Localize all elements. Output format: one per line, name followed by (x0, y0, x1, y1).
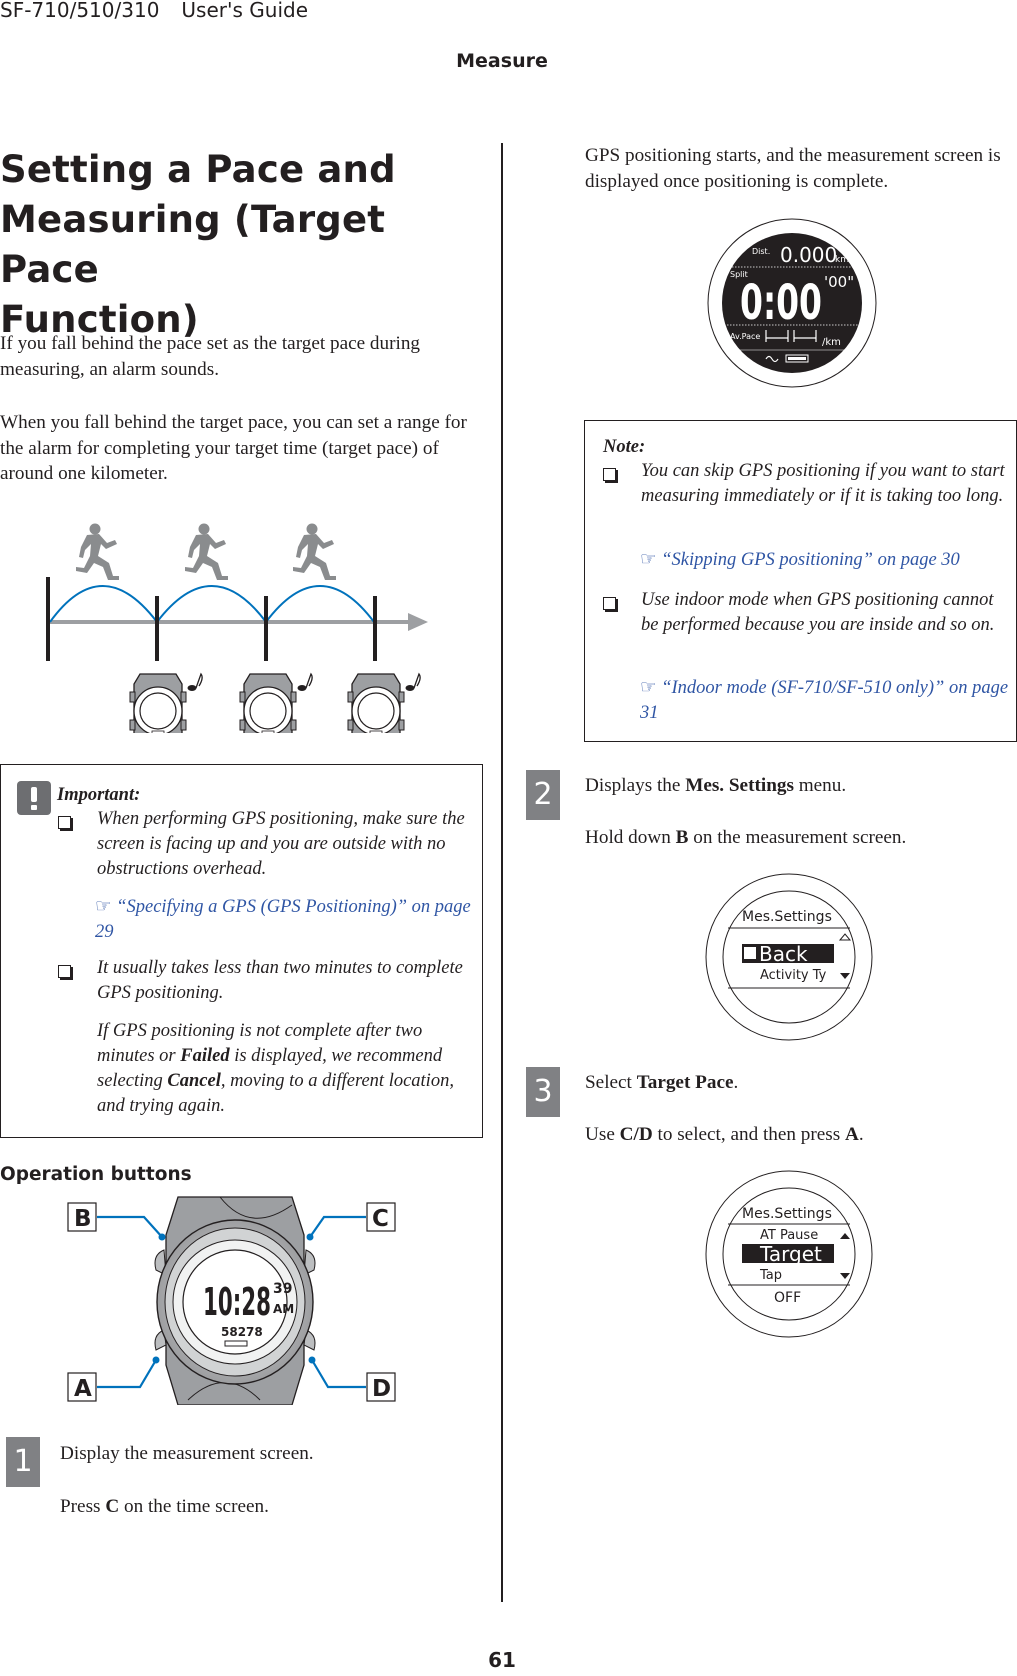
watch-ampm: AM (273, 1302, 294, 1316)
dist-unit: km (835, 255, 849, 265)
menu-item-activity: Activity Ty (760, 968, 827, 983)
title-line: Measuring (Target Pace (0, 198, 386, 291)
step-2-title: Displays the Mes. Settings menu. (585, 775, 847, 796)
note-label: Note: (603, 437, 646, 457)
link-specifying-gps[interactable]: ☞ “Specifying a GPS (GPS Positioning)” o… (95, 895, 475, 945)
watch-time: 10:28 (203, 1280, 271, 1324)
note-item-2: Use indoor mode when GPS positioning can… (641, 590, 995, 635)
runner-icons (76, 523, 336, 580)
watch-icon (239, 673, 297, 733)
operation-buttons-diagram: 10:28 39 AM 58278 B A C D (67, 1196, 396, 1405)
kilometer-markers (46, 577, 377, 661)
pointing-hand-icon: ☞ (640, 550, 657, 570)
step-2-description: Hold down B on the measurement screen. (585, 827, 907, 848)
note-item-1: You can skip GPS positioning if you want… (641, 461, 1005, 506)
svg-text:A: A (74, 1376, 92, 1402)
pointing-hand-icon: ☞ (95, 897, 112, 917)
watch-sub-display: 58278 (221, 1325, 263, 1339)
link-text[interactable]: “Skipping GPS positioning” on page 30 (661, 550, 960, 570)
music-note-icon (404, 673, 421, 692)
button-label-b: B (67, 1202, 97, 1232)
checkbox-bullet-icon (58, 965, 71, 978)
step-number-3: 3 (526, 1067, 560, 1117)
checkbox-bullet-icon (603, 597, 616, 610)
button-label-a: A (67, 1372, 97, 1402)
exclamation-icon (17, 781, 51, 815)
step-1-title: Display the measurement screen. (60, 1443, 314, 1464)
pace-arc (49, 585, 158, 623)
pace-unit: /km (822, 337, 841, 348)
menu-item-at-pause: AT Pause (760, 1228, 818, 1243)
menu-value-off: OFF (774, 1290, 801, 1306)
step-number-1: 1 (6, 1437, 40, 1487)
checkbox-bullet-icon (58, 816, 71, 829)
measurement-screen: Dist. 0.000 km Split 0:00 '00" Av.Pace /… (707, 218, 877, 388)
target-pace-diagram (46, 523, 428, 733)
step-3-title: Select Target Pace. (585, 1072, 739, 1093)
title-line: Setting a Pace and (0, 148, 396, 191)
mes-settings-screen-1: Mes.Settings Back Activity Ty (705, 873, 873, 1041)
running-header: SF-710/510/310 User's Guide (0, 0, 330, 22)
pointing-hand-icon: ☞ (640, 678, 657, 698)
link-text[interactable]: “Specifying a GPS (GPS Positioning)” on … (95, 897, 471, 942)
model-name: SF-710/510/310 (0, 0, 160, 22)
music-note-icon (186, 673, 203, 692)
step-3-description: Use C/D to select, and then press A. (585, 1124, 864, 1145)
svg-text:B: B (74, 1206, 92, 1232)
note-box: Note: You can skip GPS positioning if yo… (584, 420, 1017, 742)
menu-title: Mes.Settings (742, 1206, 832, 1222)
section-title: Measure (456, 50, 548, 72)
guide-name: User's Guide (181, 0, 309, 22)
pace-label: Av.Pace (730, 332, 760, 341)
watch-seconds: 39 (273, 1281, 292, 1297)
pace-arc (156, 585, 267, 623)
important-box: Important: When performing GPS positioni… (0, 764, 483, 1138)
link-text[interactable]: “Indoor mode (SF-710/SF-510 only)” on pa… (640, 678, 1008, 723)
checkbox-bullet-icon (603, 468, 616, 481)
page-title: Setting a Pace and Measuring (Target Pac… (0, 145, 480, 345)
step-1-description: Press C on the time screen. (60, 1496, 269, 1517)
button-label-d: D (366, 1372, 396, 1402)
running-person-icon (185, 523, 228, 580)
menu-item-back: Back (759, 942, 808, 966)
page-number: 61 (488, 1648, 516, 1672)
svg-text:C: C (372, 1206, 389, 1232)
column-divider (501, 143, 503, 1602)
watch-icon (129, 673, 187, 733)
menu-title: Mes.Settings (742, 909, 832, 925)
important-item-2-detail: If GPS positioning is not complete after… (97, 1021, 454, 1116)
important-label: Important: (57, 785, 141, 805)
mes-settings-screen-2: Mes.Settings AT Pause Target Tap OFF (705, 1170, 873, 1338)
important-item-1: When performing GPS positioning, make su… (97, 809, 465, 879)
svg-text:D: D (372, 1376, 391, 1402)
operation-buttons-heading: Operation buttons (0, 1164, 192, 1185)
dist-label: Dist. (752, 247, 770, 256)
axis-arrow-icon (408, 613, 428, 631)
intro-paragraph-1: If you fall behind the pace set as the t… (0, 333, 421, 380)
split-value: 0:00 (740, 275, 822, 331)
watch-icon (347, 673, 405, 733)
link-skipping-gps[interactable]: ☞ “Skipping GPS positioning” on page 30 (640, 548, 1010, 573)
back-arrow-icon (744, 947, 756, 959)
running-person-icon (293, 523, 336, 580)
step-number-2: 2 (526, 770, 560, 820)
music-note-icon (296, 673, 313, 692)
gps-paragraph: GPS positioning starts, and the measurem… (585, 145, 1001, 192)
pace-arc (265, 585, 375, 623)
button-label-c: C (366, 1202, 396, 1232)
dist-value: 0.000 (780, 243, 837, 267)
link-indoor-mode[interactable]: ☞ “Indoor mode (SF-710/SF-510 only)” on … (640, 676, 1010, 726)
important-item-2: It usually takes less than two minutes t… (97, 958, 463, 1003)
split-seconds: '00" (824, 273, 854, 291)
menu-item-tap: Tap (759, 1268, 782, 1283)
menu-item-target: Target (759, 1242, 822, 1266)
running-person-icon (76, 523, 119, 580)
intro-paragraph-2: When you fall behind the target pace, yo… (0, 412, 467, 484)
